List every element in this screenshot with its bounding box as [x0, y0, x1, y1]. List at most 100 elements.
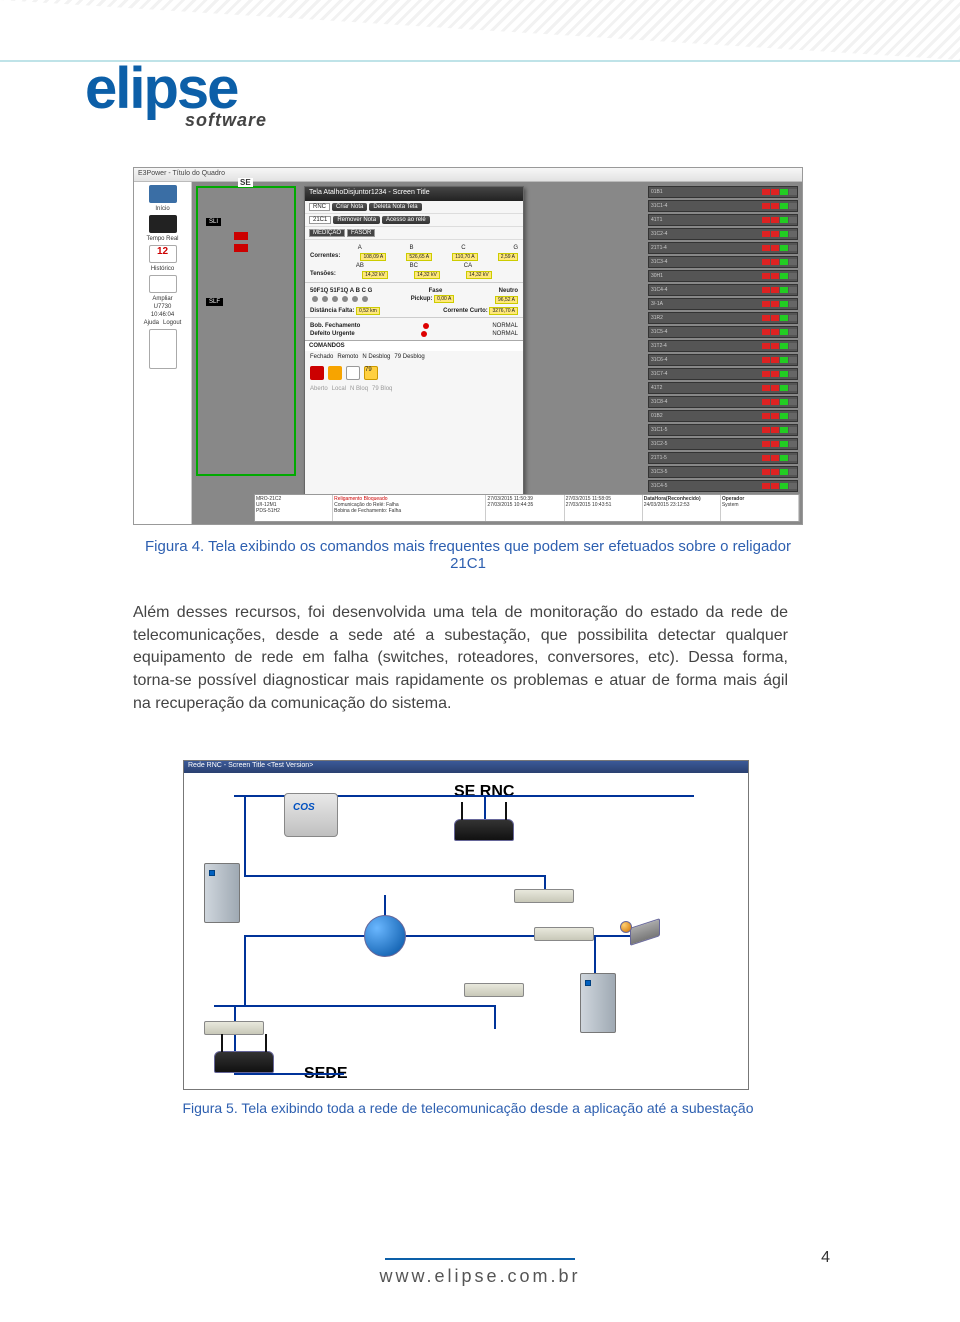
tab-medicao[interactable]: MEDIÇÃO [309, 229, 345, 237]
status-dot-icon [423, 323, 429, 329]
sli-label: SLI [206, 218, 221, 226]
cmd-local: Local [332, 386, 346, 392]
def-val: NORMAL [492, 331, 518, 337]
device-strip: 31T2-4 [648, 340, 798, 352]
device-strip: 3/-1A [648, 298, 798, 310]
device-strips: 01B131C1-441T131C2-421T1-431C3-430H131C4… [648, 186, 798, 520]
device-strip: 31C1-5 [648, 424, 798, 436]
cmd-ndesbloq: N Desblog [362, 354, 390, 360]
device-strip: 31C4-5 [648, 480, 798, 492]
page-footer: www.elipse.com.br [0, 1258, 960, 1287]
col-ca: CA [464, 263, 472, 269]
device-strip: 31C4-4 [648, 284, 798, 296]
globe-icon [364, 915, 406, 957]
device-strip: 01B1 [648, 186, 798, 198]
n-icon[interactable] [346, 366, 360, 380]
cos-monitor [284, 793, 338, 837]
router-sede [214, 1051, 274, 1073]
event-table: MRO-21C2 U/I-12M1 PDS-51H2 Religamento B… [254, 494, 800, 522]
create-note-button[interactable]: Criar Nota [332, 203, 367, 211]
network-line [234, 1073, 344, 1075]
calendar-icon: 12 [149, 245, 177, 263]
neutro-val: 96,52 A [495, 296, 518, 304]
y79-icon[interactable]: 79 [364, 366, 378, 380]
slf-label: SLF [206, 298, 223, 306]
dist-val: 0,52 km [356, 307, 380, 315]
unlock-icon[interactable] [328, 366, 342, 380]
corr-b: 526,65 A [406, 253, 432, 261]
device-strip: 30H1 [648, 270, 798, 282]
pickup-label: Pickup: [411, 296, 433, 302]
rnc-tag: RNC [309, 203, 330, 211]
delete-note-button[interactable]: Deleta Nota Tela [369, 203, 421, 211]
corr-g: 2,59 A [498, 253, 518, 261]
bob-label: Bob. Fechamento [310, 323, 360, 329]
status-indicator [234, 244, 248, 252]
col-c: C [461, 245, 465, 251]
converter [630, 918, 660, 946]
corr-c: 110,70 A [452, 253, 477, 261]
device-strip: 31R2 [648, 312, 798, 324]
figure-5-screenshot: Rede RNC - Screen Title <Test Version> S… [183, 760, 749, 1090]
zoom-icon [149, 275, 177, 293]
router-rnc [454, 819, 514, 841]
sidebar-user: U7730 [136, 304, 189, 310]
footer-url: www.elipse.com.br [0, 1266, 960, 1287]
app-sidebar: Início Tempo Real 12 Histórico Ampliar U… [134, 182, 192, 524]
tensoes-label: Tensões: [310, 271, 336, 279]
main-canvas: SLI SLF Tela AtalhoDisjuntor1234 - Scree… [192, 182, 802, 524]
sidebar-item-label: Início [136, 206, 189, 212]
switch-1 [514, 889, 574, 903]
recloser-dialog: Tela AtalhoDisjuntor1234 - Screen Title … [304, 186, 524, 506]
window-titlebar: Rede RNC - Screen Title <Test Version> [184, 761, 748, 773]
home-icon [149, 185, 177, 203]
cmd-79desbloq: 79 Desblog [394, 354, 424, 360]
col-a: A [358, 245, 362, 251]
device-strip: 31C5-4 [648, 326, 798, 338]
correntes-label: Correntes: [310, 253, 340, 261]
device-strip: 41T2 [648, 382, 798, 394]
sf-header: 50F1Q 51F1Q A B C G [310, 288, 372, 294]
def-label: Defeito Urgente [310, 331, 355, 337]
network-line [244, 935, 246, 1005]
realtime-icon [149, 215, 177, 233]
relay-access-button[interactable]: Acesso ao relé [382, 216, 430, 224]
rack-1 [204, 863, 240, 923]
remove-note-button[interactable]: Remover Nota [333, 216, 380, 224]
rack-rnc [580, 973, 616, 1033]
network-line [244, 795, 246, 875]
cmd-79bloq: 79 Bloq [372, 386, 392, 392]
tab-fasor[interactable]: FASOR [347, 229, 375, 237]
bob-val: NORMAL [492, 323, 518, 329]
fase-label: Fase [429, 288, 443, 294]
device-strip: 31C2-4 [648, 228, 798, 240]
network-line [494, 1005, 496, 1029]
cmd-aberto: Aberto [310, 386, 328, 392]
page-top-stripes [0, 0, 960, 60]
tbl-col5: DataHora(Reconhecido) 24/03/2015 23:12:5… [643, 495, 721, 521]
page-number: 4 [821, 1249, 830, 1267]
tbl-col3: 27/03/2015 11:50:39 27/03/2015 10:44:35 [486, 495, 564, 521]
device-strip: 31C3-4 [648, 256, 798, 268]
network-line [214, 1005, 494, 1007]
pickup-val: 0,00 A [434, 295, 454, 303]
dialog-title: Tela AtalhoDisjuntor1234 - Screen Title [305, 187, 523, 201]
sidebar-logout: Logout [163, 320, 181, 326]
tbl-col6: Operador System [721, 495, 799, 521]
comandos-header: COMANDOS [305, 340, 523, 351]
switch-2 [534, 927, 594, 941]
switch-3 [464, 983, 524, 997]
sidebar-clock: 10:46:04 [136, 312, 189, 318]
col-ab: AB [356, 263, 364, 269]
network-line [244, 875, 544, 877]
tens-ca: 14,32 kV [466, 271, 492, 279]
device-strip: 31C1-4 [648, 200, 798, 212]
figure-5-caption: Figura 5. Tela exibindo toda a rede de t… [133, 1100, 803, 1116]
lock-icon[interactable] [310, 366, 324, 380]
col-b: B [409, 245, 413, 251]
logo-sub: software [185, 110, 267, 131]
sidebar-item-label: Ampliar [136, 296, 189, 302]
logo: elipse software [85, 55, 267, 131]
switch-4 [204, 1021, 264, 1035]
figure-4-caption: Figura 4. Tela exibindo os comandos mais… [133, 538, 803, 572]
